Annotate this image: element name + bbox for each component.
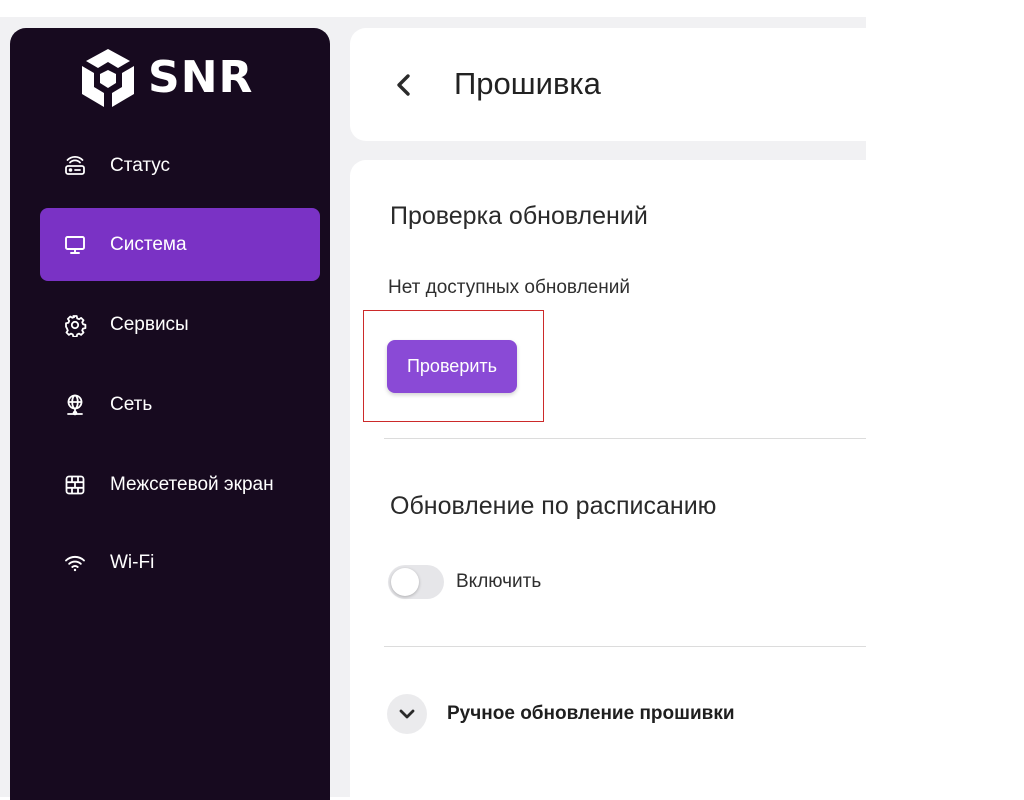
sidebar-item-label: Межсетевой экран xyxy=(110,473,274,495)
router-icon xyxy=(62,153,88,179)
chevron-down-icon xyxy=(399,709,415,719)
expand-button[interactable] xyxy=(387,694,427,734)
sidebar-item-label: Система xyxy=(110,233,187,255)
section-divider xyxy=(384,438,866,439)
sidebar-item-system[interactable]: Система xyxy=(40,208,320,281)
sidebar-item-firewall[interactable]: Межсетевой экран xyxy=(40,448,320,521)
sidebar-item-label: Сервисы xyxy=(110,313,189,335)
snr-logo-icon xyxy=(82,49,134,107)
scheduled-update-title: Обновление по расписанию xyxy=(390,492,717,520)
sidebar-item-label: Статус xyxy=(110,154,171,176)
globe-network-icon xyxy=(62,392,88,418)
manual-update-label: Ручное обновление прошивки xyxy=(447,703,735,724)
sidebar-item-status[interactable]: Статус xyxy=(40,129,320,202)
content-panel: Проверка обновлений Нет доступных обновл… xyxy=(350,160,866,800)
logo-text: SNR xyxy=(148,52,254,103)
sidebar-item-label: Wi-Fi xyxy=(110,551,155,573)
sidebar-item-wifi[interactable]: Wi-Fi xyxy=(40,526,320,599)
chevron-left-icon xyxy=(397,74,410,96)
gear-icon xyxy=(62,312,88,338)
sidebar-item-network[interactable]: Сеть xyxy=(40,368,320,441)
sidebar-item-label: Сеть xyxy=(110,393,153,415)
section-divider xyxy=(384,646,866,647)
sidebar-item-services[interactable]: Сервисы xyxy=(40,288,320,361)
firewall-icon xyxy=(62,472,88,498)
schedule-toggle-row: Включить xyxy=(388,565,541,599)
monitor-icon xyxy=(62,232,88,258)
schedule-toggle[interactable] xyxy=(388,565,444,599)
sidebar: SNR Статус Система Сервисы Сеть Межсетев… xyxy=(10,28,330,800)
toggle-knob xyxy=(391,568,419,596)
manual-update-expander[interactable]: Ручное обновление прошивки xyxy=(387,694,735,734)
logo: SNR xyxy=(78,46,268,110)
back-button[interactable] xyxy=(390,68,418,102)
check-updates-button[interactable]: Проверить xyxy=(387,340,517,393)
toggle-label: Включить xyxy=(456,571,542,592)
page-header: Прошивка xyxy=(350,28,866,141)
page-title: Прошивка xyxy=(454,66,601,101)
update-check-title: Проверка обновлений xyxy=(390,202,648,230)
update-status-text: Нет доступных обновлений xyxy=(388,277,630,298)
wifi-icon xyxy=(62,550,88,576)
